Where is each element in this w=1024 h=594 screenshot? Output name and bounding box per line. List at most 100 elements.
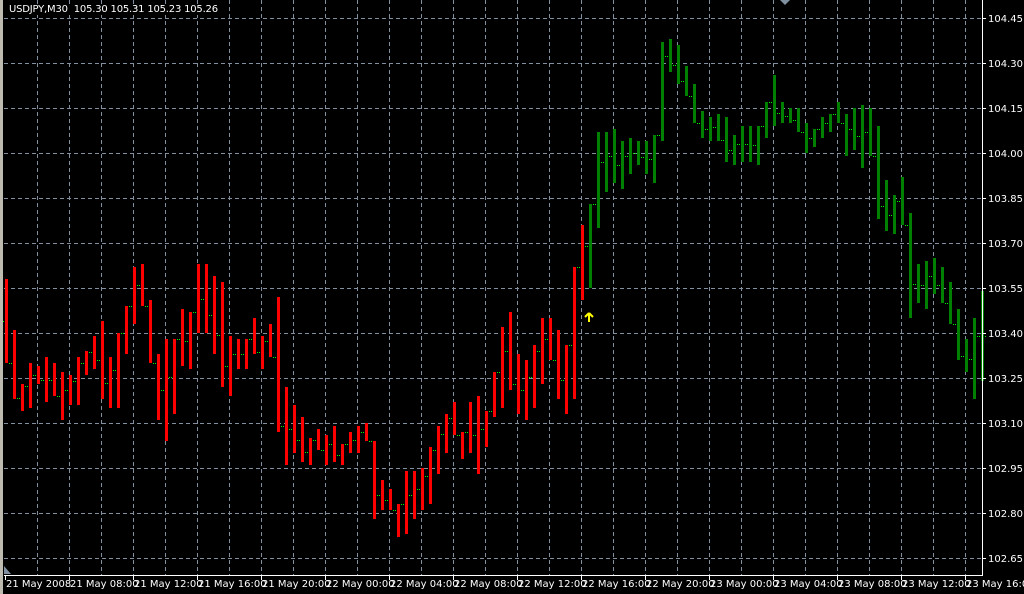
ohlc-bar [205, 264, 208, 333]
ohlc-open-tick [51, 380, 52, 381]
ohlc-open-tick [211, 315, 212, 316]
ohlc-close-tick [73, 381, 74, 382]
ohlc-close-tick [737, 144, 738, 145]
ohlc-open-tick [187, 341, 188, 342]
ohlc-close-tick [441, 434, 442, 435]
ohlc-close-tick [825, 123, 826, 124]
ohlc-close-tick [513, 384, 514, 385]
ohlc-bar [741, 126, 744, 162]
ohlc-open-tick [67, 390, 68, 391]
ohlc-open-tick [851, 129, 852, 130]
ohlc-close-tick [921, 285, 922, 286]
ohlc-open-tick [723, 140, 724, 141]
ohlc-bar [669, 39, 672, 72]
ohlc-bar [565, 345, 568, 414]
ohlc-open-tick [819, 129, 820, 130]
ohlc-open-tick [779, 113, 780, 114]
ohlc-bar [445, 414, 448, 453]
ohlc-close-tick [81, 363, 82, 364]
ohlc-bar [813, 129, 816, 147]
ohlc-close-tick [153, 363, 154, 364]
ohlc-bar [453, 402, 456, 435]
ohlc-open-tick [179, 339, 180, 340]
ohlc-bar [749, 126, 752, 162]
ohlc-bar [541, 318, 544, 384]
ohlc-close-tick [929, 276, 930, 277]
price-tick-label: 104.45 [988, 14, 1023, 25]
ohlc-open-tick [979, 336, 980, 337]
time-tick-label: 22 May 20:00 [646, 579, 715, 590]
window-left-border [0, 0, 3, 594]
ohlc-close-tick [489, 411, 490, 412]
ohlc-open-tick [99, 360, 100, 361]
price-tick-label: 103.10 [988, 419, 1023, 430]
ohlc-bar [517, 354, 520, 414]
ohlc-close-tick [465, 432, 466, 433]
ohlc-close-tick [713, 127, 714, 128]
ohlc-open-tick [555, 360, 556, 361]
ohlc-open-tick [131, 306, 132, 307]
ohlc-close-tick [721, 140, 722, 141]
ohlc-bar [653, 135, 656, 183]
ohlc-bar [509, 312, 512, 390]
ohlc-bar [941, 267, 944, 303]
ohlc-bar [485, 411, 488, 447]
ohlc-bar [797, 108, 800, 132]
ohlc-close-tick [841, 123, 842, 124]
ohlc-open-tick [763, 126, 764, 127]
ohlc-bar [293, 405, 296, 453]
ohlc-open-tick [875, 156, 876, 157]
ohlc-bar [877, 126, 880, 219]
ohlc-close-tick [185, 341, 186, 342]
ohlc-bar [605, 132, 608, 192]
ohlc-open-tick [227, 366, 228, 367]
price-tick-label: 103.25 [988, 374, 1023, 385]
ohlc-close-tick [777, 113, 778, 114]
ohlc-bar [261, 336, 264, 369]
open-price: 105.30 [73, 4, 108, 15]
ohlc-close-tick [169, 377, 170, 378]
ohlc-bar [133, 267, 136, 324]
ohlc-close-tick [801, 132, 802, 133]
ohlc-close-tick [857, 136, 858, 137]
ohlc-bar [5, 279, 8, 363]
ohlc-bar [933, 258, 936, 294]
ohlc-open-tick [35, 375, 36, 376]
ohlc-open-tick [427, 476, 428, 477]
ohlc-open-tick [499, 372, 500, 373]
ohlc-open-tick [899, 201, 900, 202]
ohlc-close-tick [457, 435, 458, 436]
ohlc-close-tick [881, 206, 882, 207]
price-chart[interactable]: 104.45 104.30 104.15 104.00 103.85 103.70 103.… [0, 0, 1024, 594]
ohlc-open-tick [747, 144, 748, 145]
ohlc-open-tick [275, 357, 276, 358]
price-tick-label: 103.70 [988, 239, 1023, 250]
time-tick-label: 22 May 16:00 [582, 579, 651, 590]
ohlc-open-tick [827, 123, 828, 124]
ohlc-close-tick [697, 123, 698, 124]
ohlc-close-tick [977, 336, 978, 337]
ohlc-open-tick [675, 65, 676, 66]
time-tick-label: 23 May 04:00 [774, 579, 843, 590]
ohlc-bar [461, 432, 464, 459]
ohlc-open-tick [355, 440, 356, 441]
ohlc-bar [45, 357, 48, 402]
ohlc-open-tick [3, 321, 4, 322]
ohlc-bar [717, 114, 720, 141]
ohlc-bar [349, 432, 352, 453]
ohlc-close-tick [657, 135, 658, 136]
ohlc-close-tick [385, 500, 386, 501]
ohlc-bar [213, 276, 216, 354]
ohlc-close-tick [769, 102, 770, 103]
ohlc-open-tick [643, 157, 644, 158]
ohlc-open-tick [571, 345, 572, 346]
price-tick-label: 104.00 [988, 149, 1023, 160]
time-tick-label: 23 May 00:00 [710, 579, 779, 590]
ohlc-open-tick [635, 153, 636, 154]
ohlc-bar [405, 471, 408, 534]
ohlc-open-tick [259, 352, 260, 353]
low-price: 105.23 [147, 4, 182, 15]
ohlc-bar [125, 306, 128, 354]
ohlc-close-tick [57, 396, 58, 397]
ohlc-open-tick [299, 440, 300, 441]
